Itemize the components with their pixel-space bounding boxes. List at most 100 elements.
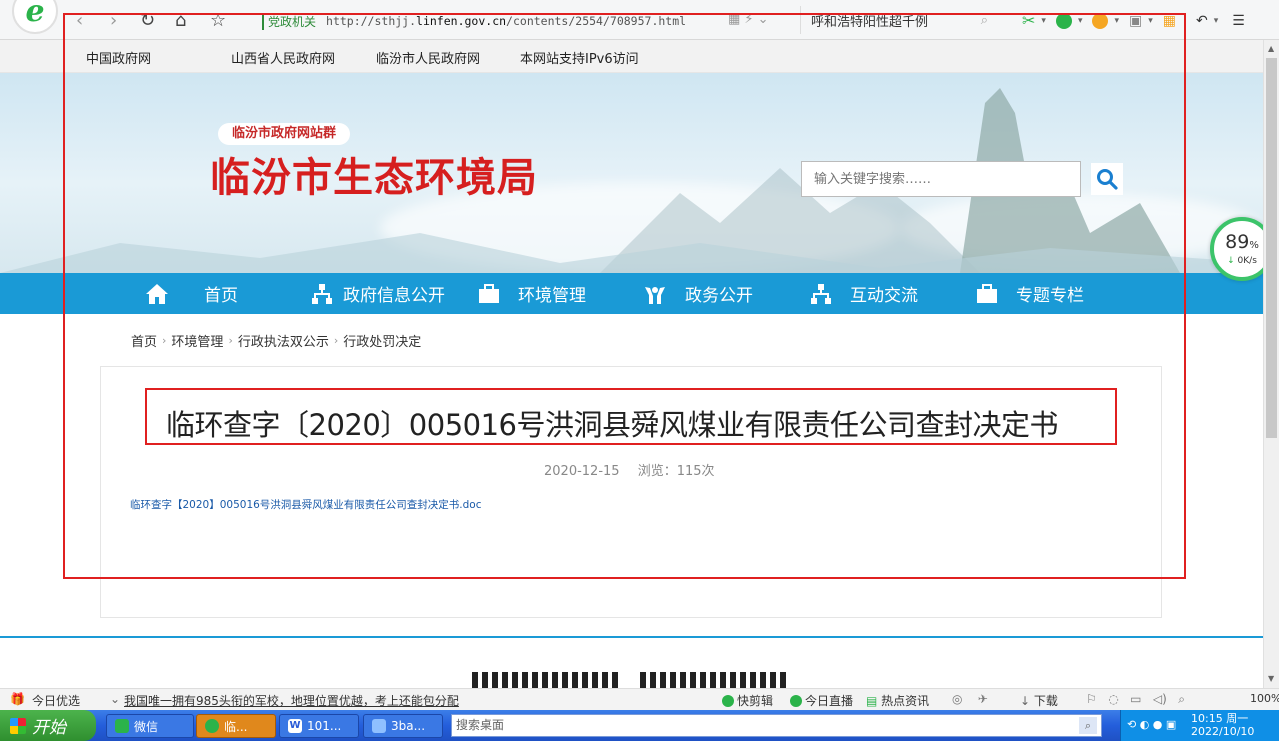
briefcase-icon — [479, 283, 499, 303]
news-ticker[interactable]: 我国唯一拥有985头衔的军校，地理位置优越，考上还能包分配 — [124, 692, 459, 709]
coupon-icon[interactable] — [1092, 12, 1109, 29]
chevron-right-icon: › — [162, 334, 167, 347]
breadcrumb-enforcement[interactable]: 行政执法双公示 — [238, 331, 329, 350]
breadcrumb: 首页 › 环境管理 › 行政执法双公示 › 行政处罚决定 — [131, 331, 421, 350]
browser-logo-icon[interactable]: e — [12, 0, 58, 34]
browser-toolbar: e ‹ › ↻ ⌂ ☆ 党政机关 http://sthjj.linfen.gov… — [0, 0, 1279, 40]
page-scrollbar[interactable]: ▲ ▼ — [1263, 40, 1279, 688]
scroll-up-icon[interactable]: ▲ — [1268, 44, 1274, 53]
download-button[interactable]: ↓ 下载 — [1020, 692, 1058, 709]
sitemap-icon — [312, 283, 332, 304]
gift-icon: 🎁 — [10, 692, 25, 706]
footer-divider — [0, 636, 1263, 638]
qr-code-partial — [640, 672, 790, 688]
breadcrumb-home[interactable]: 首页 — [131, 331, 157, 350]
scissors-icon[interactable]: ✂ — [1022, 11, 1035, 30]
undo-icon[interactable]: ↶ — [1196, 13, 1208, 29]
play-icon — [722, 695, 734, 707]
nav-item-gov-info[interactable]: 政府信息公开 — [311, 273, 445, 314]
refresh-icon[interactable]: ↻ — [140, 10, 155, 31]
task-browser[interactable]: 临... — [196, 714, 276, 738]
top-links-bar: 中国政府网 山西省人民政府网 临汾市人民政府网 本网站支持IPv6访问 — [0, 40, 1263, 73]
article-views: 浏览：115次 — [637, 464, 715, 479]
task-wechat[interactable]: 微信 — [106, 714, 194, 738]
status-tool-icons[interactable]: ◎ ✈ — [952, 692, 988, 706]
link-shanxi-gov[interactable]: 山西省人民政府网 — [231, 48, 335, 67]
download-arrow-icon: ↓ — [1227, 256, 1235, 266]
gov-badge: 党政机关 — [262, 12, 316, 30]
browser-status-bar: 🎁 今日优选 ⌄ 我国唯一拥有985头衔的军校，地理位置优越，考上还能包分配 快… — [0, 688, 1279, 710]
favorite-star-icon[interactable]: ☆ — [210, 10, 226, 31]
chevron-right-icon: › — [228, 334, 233, 347]
folder-icon — [372, 719, 386, 733]
attachment-link[interactable]: 临环查字【2020】005016号洪洞县舜风煤业有限责任公司查封决定书.doc — [130, 497, 482, 512]
today-live-button[interactable]: 今日直播 — [790, 692, 853, 709]
system-tray: ⟲ ◐ ● ▣ 10:15 周一 2022/10/10 — [1120, 710, 1279, 741]
sitemap-icon — [811, 283, 831, 304]
browser-search-box[interactable]: 呼和浩特阳性超千例 ⌕ — [800, 6, 1000, 34]
back-icon[interactable]: ‹ — [76, 10, 83, 31]
chevron-right-icon: › — [333, 334, 339, 347]
zoom-level[interactable]: 100% — [1250, 692, 1279, 705]
today-pick[interactable]: 今日优选 — [32, 692, 80, 709]
page-tools-icon[interactable]: ▦ ⚡ ⌄ — [728, 12, 769, 27]
site-group-badge: 临汾市政府网站群 — [218, 123, 351, 145]
nav-item-special-topics[interactable]: 专题专栏 — [976, 273, 1084, 314]
speed-rate: ↓ 0K/s — [1227, 256, 1257, 266]
forward-icon[interactable]: › — [110, 10, 117, 31]
hands-icon — [645, 286, 665, 304]
windows-flag-icon — [10, 717, 26, 734]
breadcrumb-penalty[interactable]: 行政处罚决定 — [343, 331, 421, 350]
site-search-input[interactable] — [801, 161, 1081, 197]
article-date: 2020-12-15 — [544, 464, 620, 479]
extension-icons: ✂ ▾ ▾ ▾ ▣ ▾ ▦ ↶ ▾ ☰ — [1022, 11, 1245, 30]
status-misc-icons[interactable]: ⚐ ◌ ▭ ◁) ⌕ — [1086, 692, 1185, 707]
nav-item-home[interactable]: 首页 — [145, 273, 238, 314]
nav-item-env-management[interactable]: 环境管理 — [478, 273, 586, 314]
home-icon[interactable]: ⌂ — [175, 10, 186, 31]
breadcrumb-env-management[interactable]: 环境管理 — [171, 331, 223, 350]
menu-icon[interactable]: ☰ — [1232, 13, 1245, 29]
nav-item-gov-affairs[interactable]: 政务公开 — [643, 273, 753, 314]
search-icon[interactable]: ⌕ — [981, 13, 988, 28]
nav-item-interaction[interactable]: 互动交流 — [810, 273, 918, 314]
desktop-search-input[interactable]: 搜索桌面 ⌕ — [451, 714, 1102, 737]
apps-grid-icon[interactable]: ▦ — [1163, 13, 1176, 29]
play-icon — [790, 695, 802, 707]
browser-search-text: 呼和浩特阳性超千例 — [811, 14, 929, 30]
main-nav: 首页 政府信息公开 环境管理 政务公开 互动交流 专题专栏 — [0, 273, 1263, 314]
url-text: http://sthjj.linfen.gov.cn/contents/2554… — [326, 14, 687, 28]
chevron-down-icon: ⌄ — [110, 692, 121, 706]
search-icon[interactable]: ⌕ — [1079, 717, 1097, 734]
article-meta: 2020-12-15 浏览：115次 — [544, 460, 715, 479]
translate-icon[interactable] — [1055, 12, 1072, 29]
tray-icons[interactable]: ⟲ ◐ ● ▣ — [1127, 718, 1176, 731]
article-title: 临环查字〔2020〕005016号洪洞县舜风煤业有限责任公司查封决定书 — [166, 408, 1059, 442]
link-ipv6[interactable]: 本网站支持IPv6访问 — [520, 48, 639, 67]
task-explorer[interactable]: 3ba... — [363, 714, 443, 738]
windows-taskbar: 开始 微信 临... W 101... 3ba... 搜索桌面 ⌕ ⟲ ◐ ● ▣ … — [0, 710, 1279, 741]
site-title: 临汾市生态环境局 — [210, 154, 538, 201]
hot-news-button[interactable]: ▤ 热点资讯 — [866, 692, 929, 709]
tray-clock[interactable]: 10:15 周一 2022/10/10 — [1191, 712, 1254, 738]
link-linfen-gov[interactable]: 临汾市人民政府网 — [376, 48, 480, 67]
home-icon — [146, 283, 168, 304]
download-icon: ↓ — [1020, 694, 1031, 708]
address-bar[interactable]: 党政机关 http://sthjj.linfen.gov.cn/contents… — [262, 8, 792, 34]
start-button[interactable]: 开始 — [0, 710, 96, 741]
word-icon: W — [288, 719, 302, 733]
browser-icon — [205, 719, 219, 733]
task-word[interactable]: W 101... — [279, 714, 359, 738]
site-banner: 临汾市政府网站群 临汾市生态环境局 — [0, 73, 1263, 273]
scroll-thumb[interactable] — [1266, 58, 1277, 438]
search-icon — [1097, 169, 1118, 190]
qr-code-partial — [472, 672, 622, 688]
news-icon: ▤ — [866, 694, 878, 708]
briefcase-icon — [977, 283, 997, 303]
link-china-gov[interactable]: 中国政府网 — [86, 48, 151, 67]
scroll-down-icon[interactable]: ▼ — [1268, 674, 1274, 683]
image-icon[interactable]: ▣ — [1129, 13, 1142, 29]
quick-clip-button[interactable]: 快剪辑 — [722, 692, 773, 709]
site-search-button[interactable] — [1091, 163, 1123, 195]
wechat-icon — [115, 719, 129, 733]
